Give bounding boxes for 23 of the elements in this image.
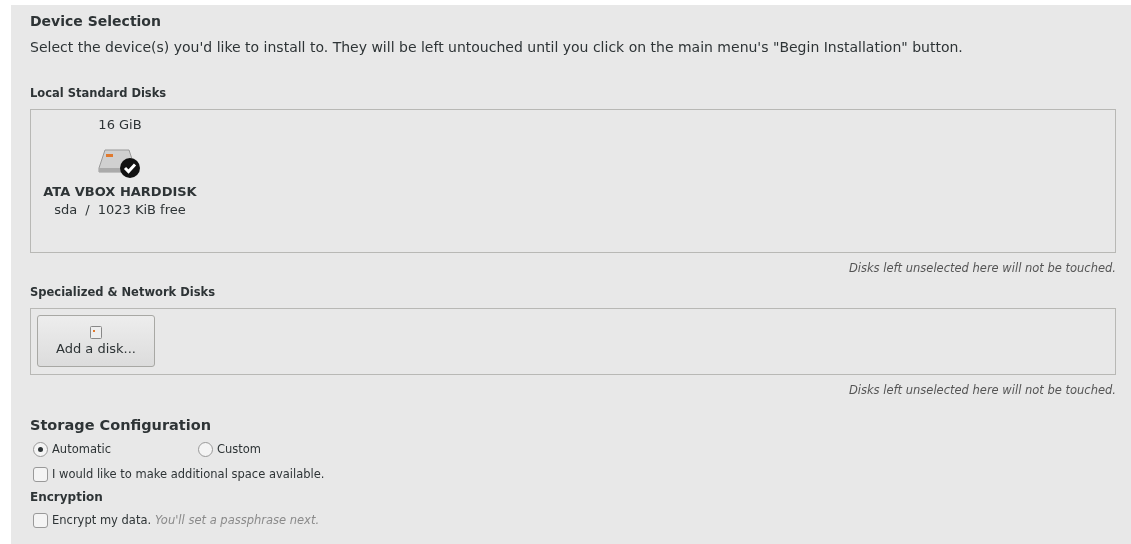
checkbox-label: I would like to make additional space available. <box>52 467 325 481</box>
add-disk-button[interactable]: Add a disk... <box>37 315 155 367</box>
note-text: Disks left unselected here will not be touched. <box>848 261 1116 275</box>
device-name: sda <box>54 202 78 217</box>
hint-text: You'll set a passphrase next. <box>155 513 320 527</box>
radio-label: Automatic <box>52 442 111 456</box>
section-heading: Local Standard Disks <box>30 86 167 100</box>
section-heading: Specialized & Network Disks <box>30 285 216 299</box>
page-title: Device Selection <box>30 13 161 29</box>
separator: / <box>85 202 90 217</box>
disk-name: ATA VBOX HARDDISK <box>43 184 197 199</box>
section-heading: Encryption <box>30 490 103 504</box>
radio-button[interactable] <box>33 441 48 457</box>
note-text: Disks left unselected here will not be touched. <box>848 383 1116 397</box>
section-heading: Storage Configuration <box>30 417 212 433</box>
description: Select the device(s) you'd like to install to. They will be left untouched until you click on the main menu's "Begin Installation" button. <box>30 39 963 55</box>
disk-size: 16 GiB <box>98 117 142 132</box>
radio-button[interactable] <box>198 441 213 457</box>
checkbox[interactable] <box>33 466 48 482</box>
checkbox[interactable] <box>33 512 48 528</box>
free-space: 1023 KiB free <box>97 202 186 217</box>
radio-label: Custom <box>217 442 262 456</box>
checkbox-label: Encrypt my data. <box>52 513 152 527</box>
